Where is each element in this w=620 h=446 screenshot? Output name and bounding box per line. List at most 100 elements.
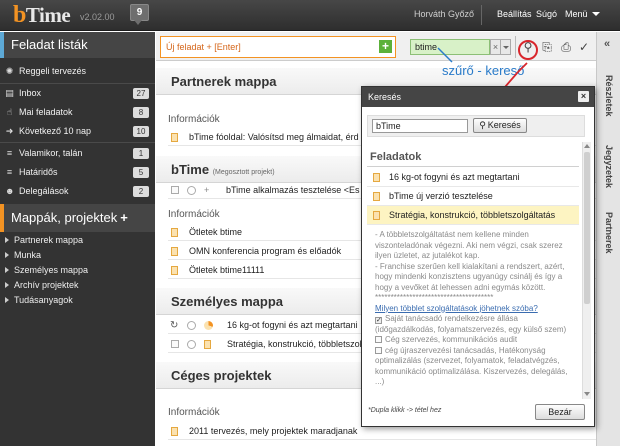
add-folder-button[interactable]: +	[120, 210, 128, 225]
dialog-search-button[interactable]: ⚲ Keresés	[473, 118, 527, 133]
document-icon	[171, 133, 178, 142]
sidebar-item-today[interactable]: ☝ Mai feladatok 8	[0, 103, 155, 122]
dialog-search-bar: bTime ⚲ Keresés	[367, 115, 585, 137]
chevron-right-icon	[5, 237, 9, 243]
deadline-count-badge: 5	[133, 167, 149, 178]
plus-icon: +	[204, 185, 210, 195]
annotation-label: szűrő - kereső	[442, 63, 525, 78]
btime-logo[interactable]: bTime	[13, 2, 71, 29]
document-icon	[373, 192, 380, 201]
sidebar-item-next-10-days[interactable]: ➜ Következő 10 nap 10	[0, 122, 155, 141]
folder-partners[interactable]: Partnerek mappa	[0, 233, 155, 248]
chevron-right-icon	[5, 252, 9, 258]
tab-notes[interactable]: Jegyzetek	[599, 136, 619, 198]
sun-icon: ✺	[5, 66, 14, 76]
result-item[interactable]: bTime új verzió tesztelése	[367, 187, 579, 206]
scroll-up-icon[interactable]	[584, 144, 590, 148]
sidebar-item-delegations[interactable]: ☻ Delegálások 2	[0, 182, 155, 201]
chevron-right-icon	[5, 282, 9, 288]
checked-checkbox-icon	[375, 317, 382, 324]
people-icon: ☻	[5, 186, 15, 196]
sidebar-item-someday[interactable]: ≡ Valamikor, talán 1	[0, 144, 155, 163]
search-dialog: Keresés × bTime ⚲ Keresés Feladatok 16 kg-…	[361, 86, 595, 427]
results-section-heading: Feladatok	[370, 151, 422, 163]
arrow-right-icon: ➜	[5, 126, 14, 136]
folders-projects-heading: Mappák, projektek +	[0, 204, 155, 232]
inbox-icon: ▤	[5, 88, 14, 98]
inbox-count-badge: 27	[133, 88, 149, 99]
app-version: v2.02.00	[80, 12, 115, 22]
description-check-item: Saját tanácsadó rendelkezésre állása (id…	[375, 314, 573, 335]
group-heading-info: Információk	[168, 114, 220, 125]
chevron-right-icon	[5, 267, 9, 273]
checkbox-icon	[375, 346, 382, 354]
help-menu-link[interactable]: Súgó	[536, 9, 557, 19]
right-rail: « Részletek Jegyzetek Partnerek	[596, 32, 620, 446]
checkbox-icon	[375, 336, 382, 343]
btime-app-window: bTime v2.02.00 9 Horváth Győző Beállítás…	[0, 0, 620, 446]
description-link[interactable]: Milyen többlet szolgáltatások jöhetnek s…	[375, 304, 573, 315]
results-scrollbar[interactable]	[582, 142, 591, 399]
tab-details[interactable]: Részletek	[599, 66, 619, 126]
search-icon: ⚲	[479, 120, 486, 130]
bars-icon: ≡	[6, 167, 13, 177]
bars-icon: ≡	[6, 148, 13, 158]
document-icon	[171, 266, 178, 275]
topbar-divider	[481, 5, 482, 25]
document-icon	[171, 427, 178, 436]
group-heading-info: Információk	[168, 209, 220, 220]
notification-badge[interactable]: 9	[130, 4, 149, 25]
chevron-down-icon	[591, 12, 600, 16]
clear-search-button[interactable]: ×	[490, 39, 501, 55]
double-click-hint: *Dupla klikk -> tétel hez	[368, 407, 442, 414]
task-checkbox[interactable]	[171, 186, 179, 194]
task-lists-heading: Feladat listák	[0, 32, 155, 58]
search-dropdown-button[interactable]	[501, 39, 511, 55]
clock-icon[interactable]	[187, 186, 196, 195]
task-checkbox[interactable]	[171, 340, 179, 348]
thumbs-up-icon: ☝	[6, 107, 13, 117]
tab-partners[interactable]: Partnerek	[599, 204, 619, 262]
document-icon	[373, 211, 380, 220]
folder-work[interactable]: Munka	[0, 248, 155, 263]
close-icon[interactable]: ×	[578, 91, 589, 102]
sidebar-item-inbox[interactable]: ▤ Inbox 27	[0, 84, 155, 103]
sidebar-item-morning-planning[interactable]: ✺ Reggeli tervezés	[0, 62, 155, 81]
print-icon[interactable]: ⎙	[559, 40, 573, 54]
folder-archive[interactable]: Archív projektek	[0, 278, 155, 293]
scrollbar-thumb[interactable]	[584, 152, 590, 304]
clock-icon[interactable]	[187, 321, 196, 330]
today-count-badge: 8	[133, 107, 149, 118]
repeat-icon: ↻	[170, 320, 179, 331]
folder-knowledge[interactable]: Tudásanyagok	[0, 293, 155, 308]
description-paragraph: - Franchise szerűen kell kialakítani a r…	[375, 261, 565, 292]
delegations-count-badge: 2	[133, 186, 149, 197]
export-icon[interactable]: ⎘	[540, 40, 554, 54]
chevron-right-icon	[5, 297, 9, 303]
new-task-input[interactable]: Új feladat + [Enter] +	[160, 36, 396, 58]
folder-personal[interactable]: Személyes mappa	[0, 263, 155, 278]
dialog-search-input[interactable]: bTime	[372, 119, 468, 133]
settings-menu-link[interactable]: Beállítás	[497, 9, 532, 19]
close-dialog-button[interactable]: Bezár	[535, 404, 585, 420]
sidebar: Feladat listák ✺ Reggeli tervezés ▤ Inbox 2…	[0, 32, 155, 446]
main-menu-dropdown[interactable]: Menü	[565, 9, 600, 19]
document-icon	[373, 173, 380, 182]
check-icon[interactable]: ✓	[577, 40, 591, 54]
toolbar-divider	[515, 36, 516, 58]
add-task-button[interactable]: +	[379, 40, 392, 53]
sidebar-item-deadline[interactable]: ≡ Határidős 5	[0, 163, 155, 182]
scroll-down-icon[interactable]	[584, 392, 590, 396]
result-item[interactable]: 16 kg-ot fogyni és azt megtartani	[367, 168, 579, 187]
clock-icon[interactable]	[187, 340, 196, 349]
result-description: - A többletszolgáltatást nem kellene min…	[375, 230, 573, 388]
filter-search-input[interactable]: btime	[410, 39, 490, 55]
progress-pie-icon	[204, 321, 213, 330]
description-separator: **************************************	[375, 293, 494, 302]
top-bar: bTime v2.02.00 9 Horváth Győző Beállítás…	[0, 0, 620, 31]
search-dialog-header: Keresés ×	[362, 87, 594, 107]
result-item-selected[interactable]: Stratégia, konstrukció, többletszolgálta…	[367, 206, 579, 225]
section-divider	[367, 166, 579, 167]
collapse-rail-button[interactable]: «	[604, 38, 610, 50]
document-icon	[171, 247, 178, 256]
